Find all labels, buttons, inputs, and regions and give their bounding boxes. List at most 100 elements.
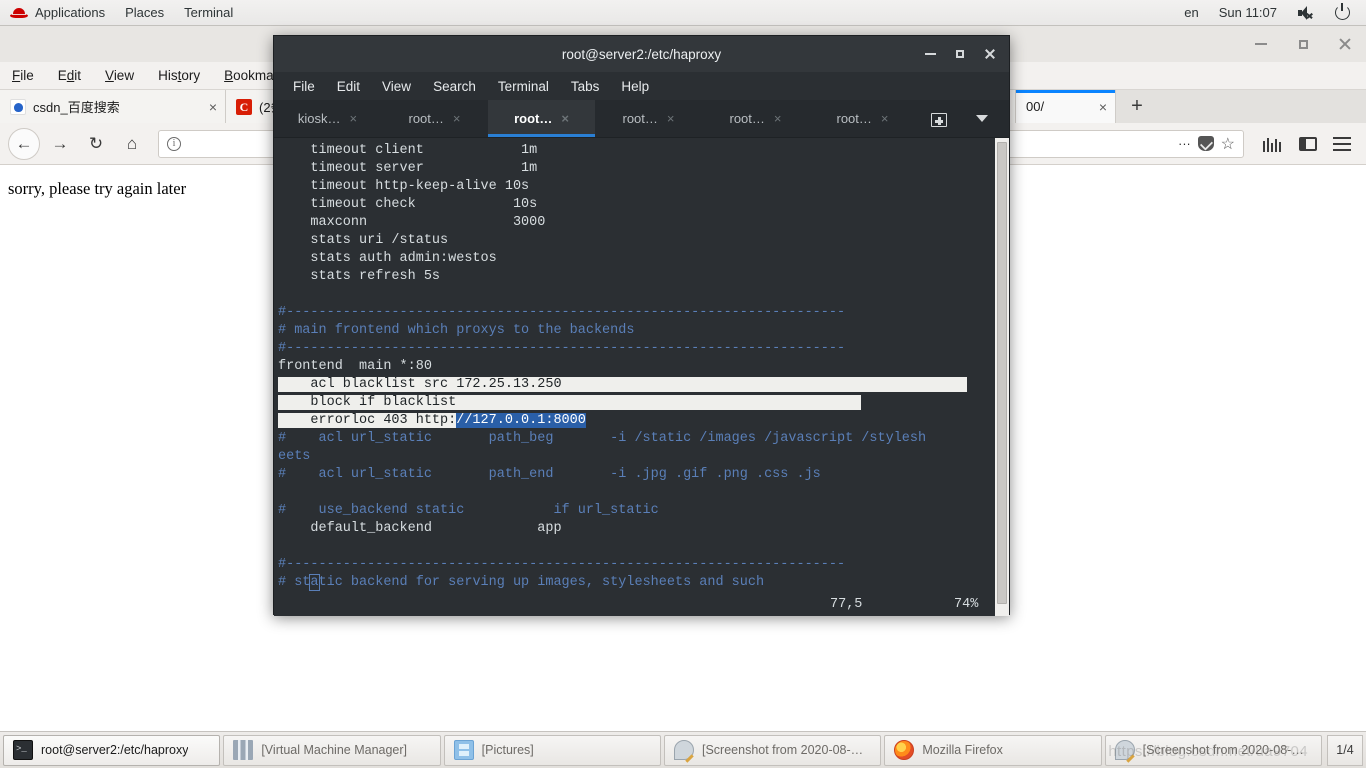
terminal-title-label: root@server2:/etc/haproxy — [561, 46, 722, 62]
star-icon[interactable]: ☆ — [1221, 134, 1235, 154]
chevron-down-icon[interactable] — [962, 100, 1002, 137]
terminal-line: eets — [278, 449, 311, 464]
firefox-maximize-button[interactable] — [1282, 26, 1324, 62]
terminal-tab-1-label: root… — [408, 111, 444, 126]
terminal-menu-label: Terminal — [184, 5, 234, 20]
terminal-tab-1-close[interactable]: × — [453, 111, 461, 126]
taskbar-item-3-label: [Screenshot from 2020-08-… — [701, 743, 864, 757]
taskbar-item-pictures[interactable]: [Pictures] — [443, 734, 661, 766]
reload-button[interactable]: ↻ — [80, 128, 112, 160]
terminal-menu-file[interactable]: File — [282, 79, 326, 94]
terminal-tab-2-close[interactable]: × — [561, 111, 569, 126]
terminal-line: stats auth admin:westos — [278, 251, 497, 266]
pocket-icon[interactable] — [1197, 136, 1214, 151]
home-button[interactable]: ⌂ — [116, 128, 148, 160]
firefox-menu-history[interactable]: History — [146, 68, 212, 83]
applications-menu[interactable]: Applications — [0, 0, 115, 26]
firefox-menu-file[interactable]: File — [0, 68, 46, 83]
clock-label: Sun 11:07 — [1218, 5, 1277, 20]
firefox-tab-2-label: 00/ — [1026, 99, 1045, 114]
sidebar-icon[interactable] — [1292, 128, 1324, 160]
terminal-tab-3[interactable]: root… × — [595, 100, 702, 137]
desktop-screen: Applications Places Terminal en Sun 11:0… — [0, 0, 1366, 768]
terminal-menubar: File Edit View Search Terminal Tabs Help — [274, 72, 1009, 100]
terminal-menu[interactable]: Terminal — [174, 0, 243, 26]
terminal-tab-1[interactable]: root… × — [381, 100, 488, 137]
clock[interactable]: Sun 11:07 — [1209, 0, 1287, 26]
terminal-tab-2-label: root… — [514, 111, 553, 126]
terminal-line: #---------------------------------------… — [278, 341, 846, 356]
terminal-tab-2[interactable]: root… × — [488, 100, 595, 137]
taskbar-item-firefox[interactable]: Mozilla Firefox — [884, 734, 1102, 766]
firefox-close-button[interactable] — [1324, 26, 1366, 62]
terminal-line: # acl url_static path_end -i .jpg .gif .… — [278, 467, 821, 482]
firefox-minimize-button[interactable] — [1240, 26, 1282, 62]
firefox-tab-2-close[interactable]: × — [1099, 99, 1107, 115]
terminal-tab-5-label: root… — [836, 111, 872, 126]
terminal-line: timeout check 10s — [278, 197, 538, 212]
firefox-menu-edit[interactable]: Edit — [46, 68, 93, 83]
firefox-new-tab-button[interactable]: + — [1116, 90, 1158, 123]
terminal-menu-tabs[interactable]: Tabs — [560, 79, 611, 94]
csdn-icon: C — [236, 98, 252, 115]
terminal-menu-edit[interactable]: Edit — [326, 79, 371, 94]
menu-file-rest: ile — [20, 68, 34, 83]
terminal-line: errorloc 403 http://127.0.0.1:8000 — [278, 412, 1009, 430]
library-icon[interactable] — [1258, 128, 1290, 160]
terminal-tab-0-close[interactable]: × — [350, 111, 358, 126]
terminal-line: #---------------------------------------… — [278, 305, 846, 320]
terminal-close-button[interactable] — [975, 36, 1005, 72]
taskbar-item-screenshot-1[interactable]: [Screenshot from 2020-08-… — [663, 734, 882, 766]
terminal-tab-5-close[interactable]: × — [881, 111, 889, 126]
terminal-window: root@server2:/etc/haproxy File Edit View… — [273, 35, 1010, 616]
terminal-menu-terminal[interactable]: Terminal — [487, 79, 560, 94]
page-actions-icon[interactable]: ··· — [1178, 137, 1191, 151]
forward-button[interactable]: → — [44, 128, 76, 160]
terminal-tab-3-close[interactable]: × — [667, 111, 675, 126]
terminal-tab-4[interactable]: root… × — [702, 100, 809, 137]
cursor-position: 77,5 — [830, 597, 863, 612]
taskbar-item-screenshot-2[interactable]: [Screenshot from 2020-08-… — [1104, 734, 1322, 766]
firefox-menu-view[interactable]: View — [93, 68, 146, 83]
firefox-tab-0-close[interactable]: × — [209, 99, 217, 115]
firefox-icon — [894, 740, 915, 760]
info-icon[interactable]: i — [165, 135, 183, 153]
applications-menu-label: Applications — [35, 5, 106, 20]
screenshot-icon — [673, 740, 694, 760]
terminal-tab-4-close[interactable]: × — [774, 111, 782, 126]
workspace-indicator[interactable]: 1/4 — [1326, 734, 1363, 766]
firefox-tab-2[interactable]: 00/ × — [1016, 90, 1116, 123]
pictures-icon — [453, 740, 474, 760]
taskbar-item-vmm[interactable]: [Virtual Machine Manager] — [223, 734, 441, 766]
scroll-percent: 74% — [954, 597, 979, 612]
selected-text: block if blacklist — [278, 395, 862, 410]
keyboard-layout-indicator[interactable]: en — [1174, 0, 1208, 26]
hamburger-menu-icon[interactable] — [1326, 128, 1358, 160]
terminal-screen[interactable]: timeout client 1m timeout server 1m time… — [274, 138, 1009, 616]
taskbar-item-4-label: Mozilla Firefox — [922, 743, 1003, 757]
back-button[interactable]: ← — [8, 127, 40, 160]
terminal-scrollbar[interactable] — [995, 138, 1009, 616]
terminal-tab-5[interactable]: root… × — [809, 100, 916, 137]
places-menu[interactable]: Places — [115, 0, 174, 26]
firefox-tab-0-label: csdn_百度搜索 — [33, 100, 120, 115]
firefox-tab-0[interactable]: csdn_百度搜索 × — [0, 90, 226, 123]
terminal-menu-help[interactable]: Help — [610, 79, 660, 94]
terminal-menu-view[interactable]: View — [371, 79, 422, 94]
power-icon[interactable] — [1325, 0, 1360, 26]
volume-muted-icon[interactable] — [1287, 0, 1325, 26]
terminal-menu-search[interactable]: Search — [422, 79, 487, 94]
terminal-minimize-button[interactable] — [915, 36, 945, 72]
terminal-line: timeout client 1m — [278, 143, 538, 158]
places-menu-label: Places — [125, 5, 165, 20]
terminal-maximize-button[interactable] — [945, 36, 975, 72]
scrollbar-thumb[interactable] — [997, 142, 1007, 604]
new-tab-icon[interactable] — [916, 100, 962, 137]
terminal-line: #---------------------------------------… — [278, 557, 846, 572]
terminal-tab-0[interactable]: kiosk… × — [274, 100, 381, 137]
terminal-tab-4-label: root… — [729, 111, 765, 126]
terminal-line: frontend main *:80 — [278, 359, 432, 374]
taskbar-item-terminal[interactable]: root@server2:/etc/haproxy — [3, 734, 221, 766]
